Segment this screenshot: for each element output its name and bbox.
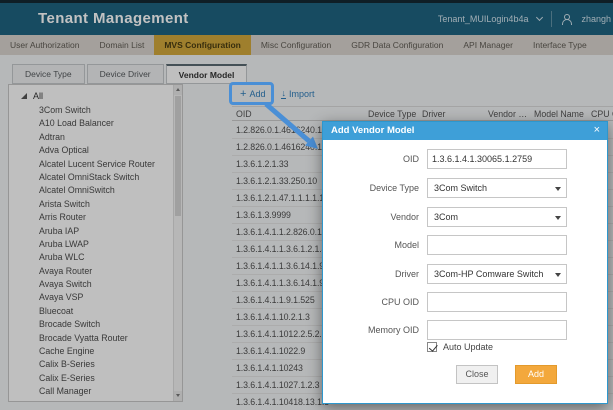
field-label-device-type: Device Type bbox=[323, 178, 419, 198]
field-row-vendor: Vendor 3Com bbox=[323, 207, 607, 227]
vendor-select[interactable]: 3Com bbox=[427, 207, 567, 227]
field-row-cpu-oid: CPU OID bbox=[323, 292, 607, 312]
screen: Tenant Management Tenant_MUILogin4b4a zh… bbox=[0, 0, 613, 410]
field-control-cpu-oid bbox=[427, 292, 567, 312]
field-control-vendor: 3Com bbox=[427, 207, 567, 227]
field-control-memory-oid bbox=[427, 320, 567, 340]
field-control-model bbox=[427, 235, 567, 255]
field-control-driver: 3Com-HP Comware Switch bbox=[427, 264, 567, 284]
memory-oid-input[interactable] bbox=[427, 320, 567, 340]
field-row-memory-oid: Memory OID bbox=[323, 320, 607, 340]
dialog-header: Add Vendor Model × bbox=[323, 122, 607, 140]
field-label-vendor: Vendor bbox=[323, 207, 419, 227]
cpu-oid-input[interactable] bbox=[427, 292, 567, 312]
add-button-highlight bbox=[229, 82, 274, 105]
chevron-down-icon bbox=[555, 273, 561, 277]
auto-update-label: Auto Update bbox=[443, 342, 493, 352]
field-row-driver: Driver 3Com-HP Comware Switch bbox=[323, 264, 607, 284]
chevron-down-icon bbox=[555, 187, 561, 191]
auto-update-row: Auto Update bbox=[427, 342, 493, 352]
field-control-device-type: 3Com Switch bbox=[427, 178, 567, 198]
auto-update-checkbox[interactable] bbox=[427, 342, 437, 352]
device-type-select[interactable]: 3Com Switch bbox=[427, 178, 567, 198]
field-row-device-type: Device Type 3Com Switch bbox=[323, 178, 607, 198]
close-button[interactable]: Close bbox=[456, 365, 498, 384]
add-vendor-model-dialog: Add Vendor Model × OID Device Type 3Com Sw… bbox=[322, 121, 608, 404]
chevron-down-icon bbox=[555, 216, 561, 220]
field-row-model: Model bbox=[323, 235, 607, 255]
field-row-oid: OID bbox=[323, 149, 607, 169]
add-submit-button[interactable]: Add bbox=[515, 365, 557, 384]
field-label-oid: OID bbox=[323, 149, 419, 169]
field-label-memory-oid: Memory OID bbox=[323, 320, 419, 340]
field-control-oid bbox=[427, 149, 567, 169]
close-icon[interactable]: × bbox=[594, 122, 600, 139]
dialog-title: Add Vendor Model bbox=[331, 125, 414, 136]
field-label-cpu-oid: CPU OID bbox=[323, 292, 419, 312]
model-input[interactable] bbox=[427, 235, 567, 255]
field-label-driver: Driver bbox=[323, 264, 419, 284]
field-label-model: Model bbox=[323, 235, 419, 255]
driver-select[interactable]: 3Com-HP Comware Switch bbox=[427, 264, 567, 284]
oid-input[interactable] bbox=[427, 149, 567, 169]
